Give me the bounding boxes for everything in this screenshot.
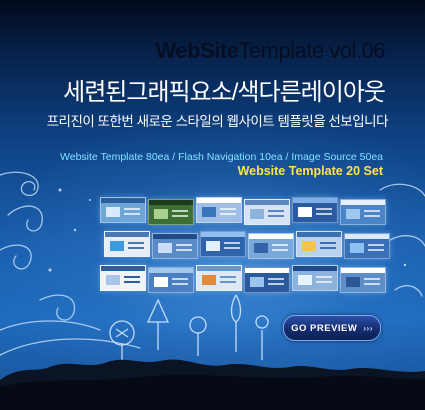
thumbnail — [340, 199, 386, 225]
brand-title-light: Template vol.06 — [238, 38, 385, 63]
brand-title-bold: WebSite — [155, 38, 239, 63]
thumbnail — [244, 199, 290, 225]
thumbnail — [148, 199, 194, 225]
thumbnail — [196, 265, 242, 291]
thumbnail — [340, 267, 386, 293]
thumbnail — [100, 265, 146, 291]
thumbnail — [104, 231, 150, 257]
thumbnail — [296, 231, 342, 257]
promo-banner: WebSiteTemplate vol.06 세련된그래픽요소/색다른레이아웃 … — [0, 0, 425, 410]
thumbnail — [100, 197, 146, 223]
thumbnail — [292, 197, 338, 223]
ground-silhouette — [0, 359, 425, 410]
thumbnail — [152, 233, 198, 259]
headline: 세련된그래픽요소/색다른레이아웃 — [63, 79, 386, 106]
brand-title: WebSiteTemplate vol.06 — [155, 38, 386, 64]
thumbnail — [292, 265, 338, 291]
spec-line: Website Template 80ea / Flash Navigation… — [60, 151, 383, 163]
thumbnail — [344, 233, 390, 259]
thumbnail — [248, 233, 294, 259]
template-thumbnails — [100, 197, 390, 297]
thumbnail — [244, 267, 290, 293]
thumbnail — [148, 267, 194, 293]
thumbnail — [200, 231, 246, 257]
thumbnail — [196, 197, 242, 223]
set-line: Website Template 20 Set — [237, 164, 383, 178]
subline: 프리진이 또한번 새로운 스타일의 웹사이트 템플릿을 선보입니다 — [46, 114, 389, 129]
